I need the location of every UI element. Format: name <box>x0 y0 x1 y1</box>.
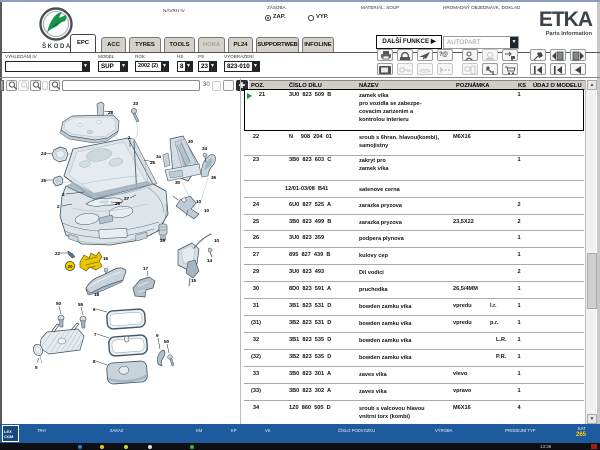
svg-text:10: 10 <box>214 238 220 243</box>
svg-text:2: 2 <box>57 204 60 209</box>
svg-text:33: 33 <box>133 101 139 106</box>
svg-text:27: 27 <box>124 196 130 201</box>
svg-text:22: 22 <box>55 251 61 256</box>
svg-text:20: 20 <box>68 264 73 269</box>
svg-text:1: 1 <box>128 135 131 140</box>
svg-text:3a: 3a <box>156 154 162 159</box>
svg-text:55: 55 <box>78 302 84 307</box>
svg-text:29: 29 <box>160 238 166 243</box>
svg-text:30: 30 <box>175 180 181 185</box>
svg-text:8: 8 <box>93 359 96 364</box>
svg-text:10: 10 <box>196 199 202 204</box>
svg-text:18: 18 <box>94 292 100 297</box>
svg-text:..: .. <box>472 56 474 61</box>
svg-text:10: 10 <box>204 208 210 213</box>
svg-text:25: 25 <box>115 201 121 206</box>
svg-text:17: 17 <box>143 266 149 271</box>
svg-text:7: 7 <box>94 332 97 337</box>
svg-text:26: 26 <box>150 160 156 165</box>
svg-text:50: 50 <box>164 339 170 344</box>
svg-text:28: 28 <box>108 110 114 115</box>
svg-text:6: 6 <box>93 307 96 312</box>
svg-text:34: 34 <box>202 146 208 151</box>
svg-text:36: 36 <box>211 175 217 180</box>
svg-text:15: 15 <box>191 278 197 283</box>
svg-text:14: 14 <box>207 258 213 263</box>
svg-text:5: 5 <box>35 365 38 370</box>
svg-text:3: 3 <box>62 192 65 197</box>
svg-text:30: 30 <box>188 139 194 144</box>
svg-text:9: 9 <box>156 333 159 338</box>
svg-text:50: 50 <box>56 301 62 306</box>
svg-text:25: 25 <box>41 178 47 183</box>
svg-text:24: 24 <box>41 151 47 156</box>
svg-text:16: 16 <box>103 256 109 261</box>
